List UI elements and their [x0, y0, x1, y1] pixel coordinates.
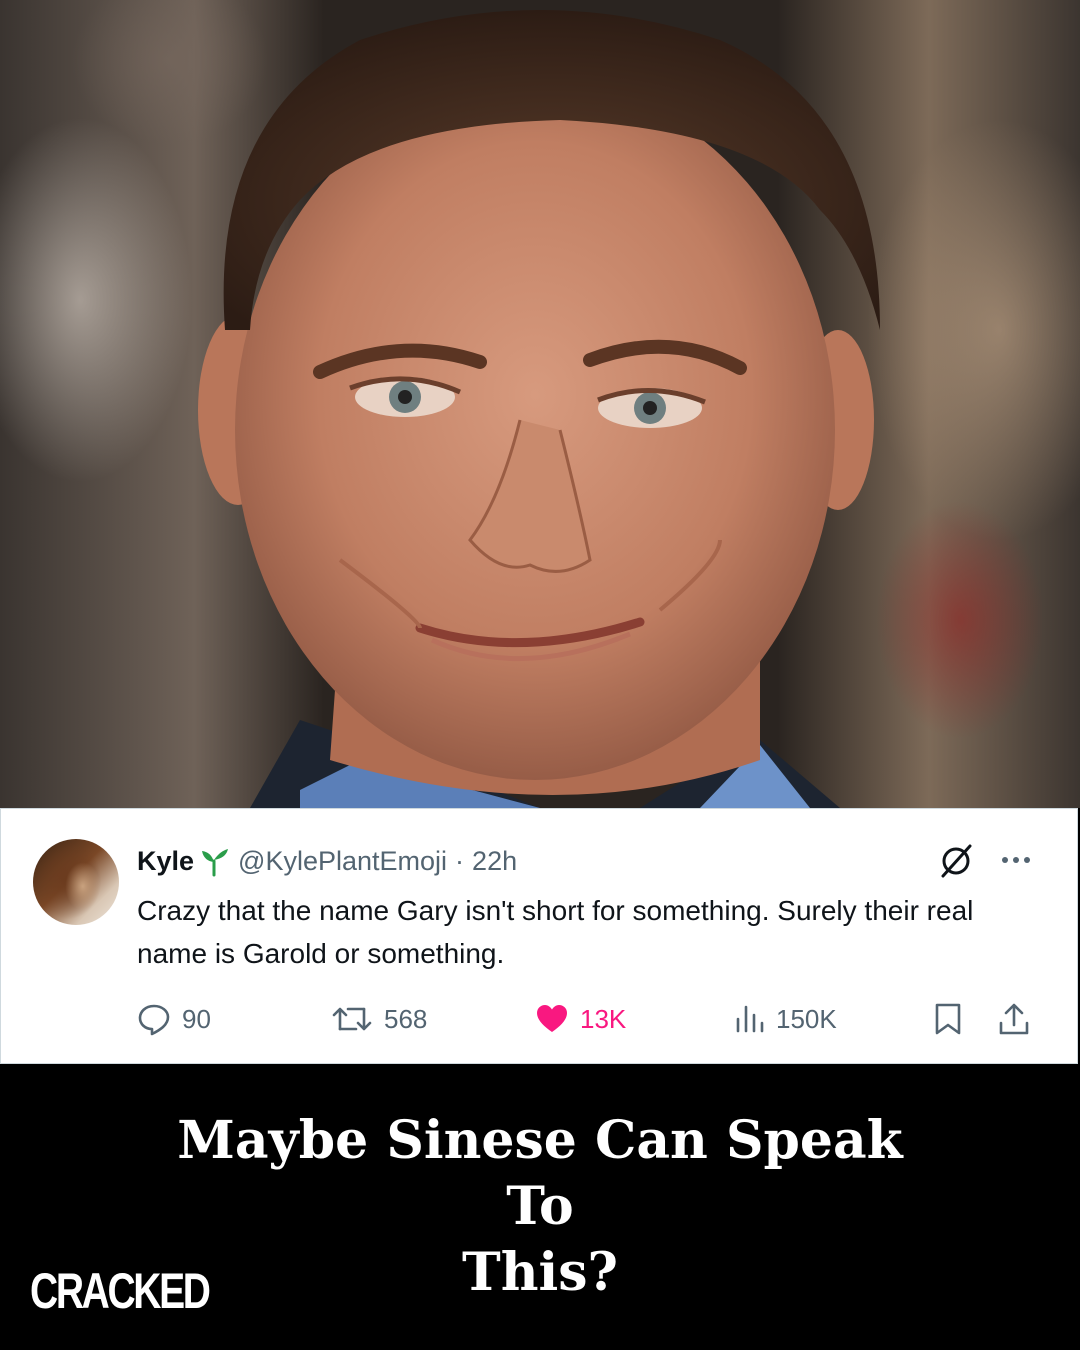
share-button[interactable]: [996, 994, 1032, 1044]
like-button[interactable]: 13K: [534, 994, 626, 1044]
like-count: 13K: [580, 1003, 627, 1034]
author-handle[interactable]: @KylePlantEmoji: [238, 846, 447, 877]
tweet-time[interactable]: 22h: [472, 846, 517, 877]
sprout-icon: [202, 849, 229, 877]
views-icon: [736, 1005, 764, 1033]
more-icon[interactable]: [1000, 852, 1032, 868]
retweet-button[interactable]: 568: [330, 994, 427, 1044]
meme-post: Kyle @KylePlantEmoji · 22h Crazy that th…: [0, 0, 1080, 1350]
grok-icon[interactable]: [938, 840, 974, 880]
headline-caption: Maybe Sinese Can Speak To This?: [140, 1108, 940, 1306]
header-separator: ·: [455, 845, 465, 876]
tweet-actions: 90 568 13K 150K: [0, 994, 1080, 1044]
caption-line-2: This?: [462, 1242, 618, 1303]
retweet-count: 568: [384, 1003, 428, 1034]
views-count: 150K: [776, 1003, 837, 1034]
heart-icon: [537, 1005, 567, 1032]
caption-line-1: Maybe Sinese Can Speak To: [177, 1110, 903, 1237]
reply-button[interactable]: 90: [136, 994, 211, 1044]
share-icon: [999, 1003, 1029, 1035]
bookmark-button[interactable]: [932, 994, 964, 1044]
cracked-logo: CRACKED: [30, 1263, 211, 1319]
bookmark-icon: [935, 1003, 961, 1035]
portrait-photo: [0, 0, 1080, 808]
tweet-text: Crazy that the name Gary isn't short for…: [137, 895, 974, 969]
retweet-icon: [332, 1007, 372, 1031]
tweet-header: Kyle @KylePlantEmoji · 22h: [137, 843, 517, 879]
avatar[interactable]: [33, 839, 119, 925]
author-name[interactable]: Kyle: [137, 846, 194, 877]
reply-icon: [138, 1004, 170, 1036]
views-button[interactable]: 150K: [734, 994, 837, 1044]
reply-count: 90: [182, 1003, 211, 1034]
portrait-illustration: [198, 10, 881, 808]
